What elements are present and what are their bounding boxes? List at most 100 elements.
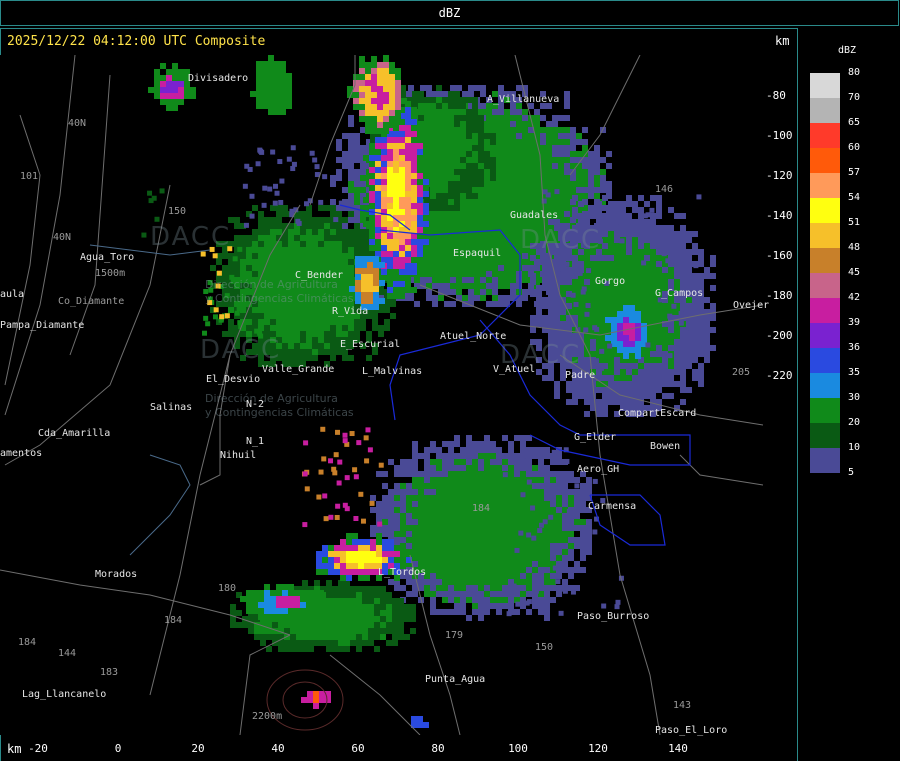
radar-cell xyxy=(430,127,436,133)
radar-cell xyxy=(638,219,644,225)
radar-cell xyxy=(686,345,692,351)
radar-cell xyxy=(450,85,456,91)
radar-cell xyxy=(252,596,258,602)
radar-cell xyxy=(606,163,612,169)
radar-cell xyxy=(312,596,318,602)
radar-cell xyxy=(240,259,246,265)
radar-cell xyxy=(336,205,342,211)
radar-cell xyxy=(460,115,466,121)
radar-cell xyxy=(460,447,466,453)
radar-cell xyxy=(626,255,632,261)
radar-cell xyxy=(362,634,368,640)
radar-cell xyxy=(380,604,386,610)
radar-cell xyxy=(554,387,560,393)
radar-cell xyxy=(686,357,692,363)
radar-cell xyxy=(632,219,638,225)
radar-cell xyxy=(460,549,466,555)
radar-cell xyxy=(454,465,460,471)
radar-cell xyxy=(526,519,532,525)
radar-cell xyxy=(686,231,692,237)
radar-cell xyxy=(510,223,516,229)
radar-cell xyxy=(638,369,644,375)
radar-cell xyxy=(522,163,528,169)
radar-cell xyxy=(436,513,442,519)
radar-cell xyxy=(602,291,608,297)
radar-cell xyxy=(472,483,478,489)
radar-cell xyxy=(492,181,498,187)
radar-cell xyxy=(544,447,550,453)
radar-cell xyxy=(474,223,480,229)
radar-cell xyxy=(424,459,430,465)
radar-cell xyxy=(348,175,354,181)
radar-cell xyxy=(389,110,395,116)
radar-cell xyxy=(448,567,454,573)
radar-cell xyxy=(632,243,638,249)
radar-cell xyxy=(472,127,478,133)
radar-cell xyxy=(644,279,650,285)
radar-cell xyxy=(510,151,516,157)
radar-cell xyxy=(490,507,496,513)
radar-cell xyxy=(480,277,486,283)
radar-cell xyxy=(288,259,294,265)
radar-cell xyxy=(456,223,462,229)
radar-cell xyxy=(371,80,377,86)
radar-cell xyxy=(264,307,270,313)
radar-cell xyxy=(294,590,300,596)
radar-cell xyxy=(614,267,620,273)
radar-cell xyxy=(472,585,478,591)
radar-cell xyxy=(448,187,454,193)
radar-cell xyxy=(602,195,608,201)
radar-cell xyxy=(374,622,380,628)
radar-cell xyxy=(312,217,318,223)
radar-cell xyxy=(420,277,426,283)
radar-cell xyxy=(306,602,312,608)
radar-cell xyxy=(288,343,294,349)
radar-cell xyxy=(544,597,550,603)
radar-cell xyxy=(456,283,462,289)
radar-cell xyxy=(393,137,399,143)
radar-cell xyxy=(344,622,350,628)
radar-cell xyxy=(546,133,552,139)
radar-cell xyxy=(369,221,375,227)
radar-cell xyxy=(490,537,496,543)
radar-cell xyxy=(534,265,540,271)
radar-cell xyxy=(644,231,650,237)
radar-cell xyxy=(590,309,596,315)
radar-cell xyxy=(588,157,594,163)
radar-cell xyxy=(373,304,379,310)
radar-cell xyxy=(365,104,371,110)
radar-cell xyxy=(480,265,486,271)
radar-cell xyxy=(301,697,307,703)
radar-map[interactable] xyxy=(0,55,763,735)
radar-cell xyxy=(508,567,514,573)
radar-cell xyxy=(282,253,288,259)
radar-cell xyxy=(423,191,429,197)
radar-cell xyxy=(698,351,704,357)
radar-cell xyxy=(312,253,318,259)
radar-cell xyxy=(264,602,270,608)
radar-cell xyxy=(302,580,308,586)
radar-cell xyxy=(590,315,596,321)
radar-cell xyxy=(389,98,395,104)
radar-cell xyxy=(544,591,550,597)
radar-cell xyxy=(680,273,686,279)
radar-cell xyxy=(538,561,544,567)
radar-cell xyxy=(550,585,556,591)
radar-cell xyxy=(528,175,534,181)
radar-cell xyxy=(520,465,526,471)
radar-cell xyxy=(359,74,365,80)
radar-cell xyxy=(334,569,340,575)
radar-cell xyxy=(623,311,629,317)
radar-cell xyxy=(668,327,674,333)
radar-cell xyxy=(674,213,680,219)
radar-cell xyxy=(355,298,361,304)
radar-cell xyxy=(562,495,568,501)
radar-cell xyxy=(348,259,354,265)
radar-cell xyxy=(387,257,393,263)
radar-cell xyxy=(492,199,498,205)
radar-cell xyxy=(534,109,540,115)
radar-cell xyxy=(698,279,704,285)
radar-cell xyxy=(602,219,608,225)
radar-cell xyxy=(274,109,280,115)
radar-cell xyxy=(338,586,344,592)
